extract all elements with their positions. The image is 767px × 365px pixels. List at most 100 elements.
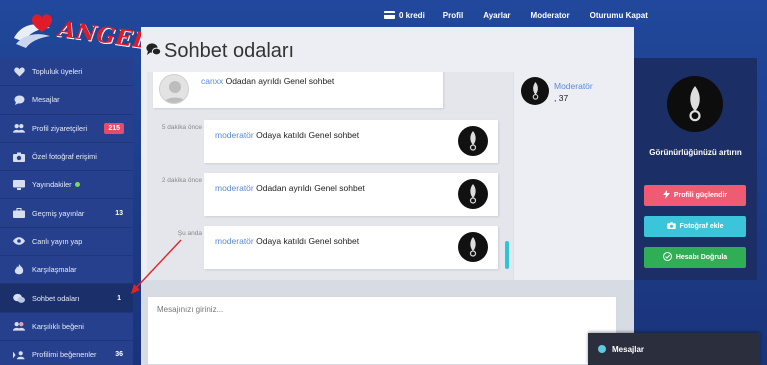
boost-profile-button[interactable]: Profili güçlendir bbox=[644, 185, 746, 206]
eye-icon bbox=[13, 235, 25, 247]
message-user-link[interactable]: moderatör bbox=[215, 183, 254, 193]
member-name-link[interactable]: Moderatör bbox=[554, 80, 593, 92]
profile-likers-count-badge: 36 bbox=[115, 351, 123, 359]
sidebar-item-go-live[interactable]: Canlı yayın yap bbox=[0, 228, 133, 257]
message-timestamp: 2 dakika önce bbox=[161, 177, 202, 184]
chat-message: moderatör Odadan ayrıldı Genel sohbet bbox=[204, 173, 498, 216]
default-user-icon bbox=[163, 81, 187, 103]
message-user-link[interactable]: moderatör bbox=[215, 236, 254, 246]
sidebar-item-messages[interactable]: Mesajlar bbox=[0, 86, 133, 115]
profile-avatar[interactable] bbox=[667, 76, 723, 132]
briefcase-icon bbox=[13, 207, 25, 219]
monitor-icon bbox=[13, 179, 25, 191]
sidebar: Topluluk üyeleri Mesajlar Profil ziyaret… bbox=[0, 58, 133, 365]
settings-link[interactable]: Ayarlar bbox=[483, 11, 510, 20]
boost-heading: Görünürlüğünüzü artırın bbox=[649, 148, 742, 157]
sidebar-item-label: Özel fotoğraf erişimi bbox=[32, 152, 97, 162]
chat-widget-label: Mesajlar bbox=[612, 344, 645, 354]
member-avatar[interactable] bbox=[521, 77, 549, 105]
avatar bbox=[159, 74, 189, 104]
sidebar-item-mutual-likes[interactable]: Karşılıklı beğeni bbox=[0, 313, 133, 341]
feather-pendant-icon bbox=[469, 184, 477, 204]
sidebar-item-label: Sohbet odaları bbox=[32, 293, 80, 303]
message-user-link[interactable]: canxx bbox=[201, 76, 223, 86]
chat-message-feed[interactable]: canxx Odadan ayrıldı Genel sohbet 5 daki… bbox=[147, 72, 513, 280]
lightning-icon bbox=[662, 190, 670, 201]
messages-chat-widget[interactable]: Mesajlar bbox=[588, 333, 760, 365]
feather-pendant-icon bbox=[469, 131, 477, 151]
message-user-link[interactable]: moderatör bbox=[215, 130, 254, 140]
verify-account-label: Hesabı Doğrula bbox=[675, 254, 728, 261]
page-header: Sohbet odaları bbox=[141, 27, 634, 72]
sidebar-item-profile-visitors[interactable]: Profil ziyaretçileri 215 bbox=[0, 115, 133, 143]
past-broadcasts-count-badge: 13 bbox=[115, 209, 123, 217]
message-body: Odadan ayrıldı Genel sohbet bbox=[253, 183, 365, 193]
sidebar-item-past-broadcasts[interactable]: Geçmiş yayınlar 13 bbox=[0, 200, 133, 228]
sidebar-item-chat-rooms[interactable]: Sohbet odaları 1 bbox=[0, 284, 133, 313]
sidebar-item-label: Topluluk üyeleri bbox=[32, 67, 83, 77]
avatar[interactable] bbox=[458, 179, 488, 209]
verify-account-button[interactable]: Hesabı Doğrula bbox=[644, 247, 746, 268]
message-input[interactable]: Mesajınızı giriniz... bbox=[147, 296, 617, 365]
moderator-link[interactable]: Moderator bbox=[531, 11, 570, 20]
profile-link[interactable]: Profil bbox=[443, 11, 463, 20]
avatar[interactable] bbox=[458, 232, 488, 262]
sidebar-item-label: Karşılıklı beğeni bbox=[32, 321, 84, 331]
logout-link[interactable]: Oturumu Kapat bbox=[590, 11, 648, 20]
chat-bubbles-icon bbox=[13, 292, 25, 304]
credit-link[interactable]: 0 kredi bbox=[399, 11, 425, 20]
boost-profile-label: Profili güçlendir bbox=[673, 192, 728, 199]
camera-icon bbox=[13, 151, 25, 163]
sidebar-item-label: Canlı yayın yap bbox=[32, 236, 83, 246]
message-timestamp: 5 dakika önce bbox=[161, 124, 202, 131]
sidebar-item-encounters[interactable]: Karşılaşmalar bbox=[0, 256, 133, 285]
sidebar-item-label: Mesajlar bbox=[32, 95, 60, 105]
member-info: Moderatör , 37 bbox=[554, 80, 593, 104]
sidebar-item-label: Karşılaşmalar bbox=[32, 265, 77, 275]
add-photo-label: Fotoğraf ekle bbox=[679, 223, 724, 230]
heart-icon bbox=[13, 66, 25, 78]
chat-message: moderatör Odaya katıldı Genel sohbet bbox=[204, 226, 498, 269]
sidebar-item-profile-likers[interactable]: Profilimi beğenenler 36 bbox=[0, 341, 133, 365]
brand-logo[interactable]: ANGELS. bbox=[10, 6, 174, 58]
sidebar-item-label: Profilimi beğenenler bbox=[32, 350, 97, 360]
feather-pendant-icon bbox=[689, 86, 701, 122]
sidebar-item-private-photo-access[interactable]: Özel fotoğraf erişimi bbox=[0, 143, 133, 172]
live-status-dot bbox=[74, 182, 80, 188]
feather-pendant-icon bbox=[469, 237, 477, 257]
sidebar-item-label: Yayındakiler bbox=[32, 180, 72, 190]
sidebar-item-community-members[interactable]: Topluluk üyeleri bbox=[0, 58, 133, 87]
check-circle-icon bbox=[662, 252, 672, 263]
message-text: moderatör Odaya katıldı Genel sohbet bbox=[215, 130, 359, 140]
message-input-placeholder: Mesajınızı giriniz... bbox=[157, 305, 224, 314]
boost-panel: Görünürlüğünüzü artırın Profili güçlendi… bbox=[634, 58, 757, 280]
message-body: Odadan ayrıldı Genel sohbet bbox=[223, 76, 335, 86]
user-like-icon bbox=[13, 349, 25, 361]
avatar[interactable] bbox=[458, 126, 488, 156]
message-timestamp: Şu anda bbox=[177, 230, 202, 237]
chat-rooms-count-badge: 1 bbox=[117, 294, 121, 302]
users-icon bbox=[13, 122, 25, 134]
chat-bubble-icon bbox=[13, 94, 25, 106]
message-text: canxx Odadan ayrıldı Genel sohbet bbox=[201, 76, 334, 86]
room-members-list: Moderatör , 37 bbox=[513, 72, 634, 280]
chat-message: canxx Odadan ayrıldı Genel sohbet bbox=[153, 72, 443, 108]
sidebar-item-live-now[interactable]: Yayındakiler bbox=[0, 171, 133, 200]
page-title: Sohbet odaları bbox=[164, 40, 295, 62]
message-body: Odaya katıldı Genel sohbet bbox=[253, 130, 360, 140]
camera-icon bbox=[666, 222, 676, 231]
message-text: moderatör Odaya katıldı Genel sohbet bbox=[215, 236, 359, 246]
feather-pendant-icon bbox=[532, 82, 538, 100]
message-text: moderatör Odadan ayrıldı Genel sohbet bbox=[215, 183, 365, 193]
online-status-dot bbox=[598, 345, 606, 353]
visitors-count-badge: 215 bbox=[104, 122, 124, 134]
credit-card-icon bbox=[384, 11, 395, 19]
member-age: , 37 bbox=[554, 93, 569, 103]
message-body: Odaya katıldı Genel sohbet bbox=[253, 236, 360, 246]
couple-icon bbox=[13, 320, 25, 332]
feed-scrollbar[interactable] bbox=[505, 241, 509, 269]
add-photo-button[interactable]: Fotoğraf ekle bbox=[644, 216, 746, 237]
fire-icon bbox=[13, 264, 25, 276]
sidebar-item-label: Geçmiş yayınlar bbox=[32, 208, 85, 218]
sidebar-item-label: Profil ziyaretçileri bbox=[32, 123, 88, 133]
